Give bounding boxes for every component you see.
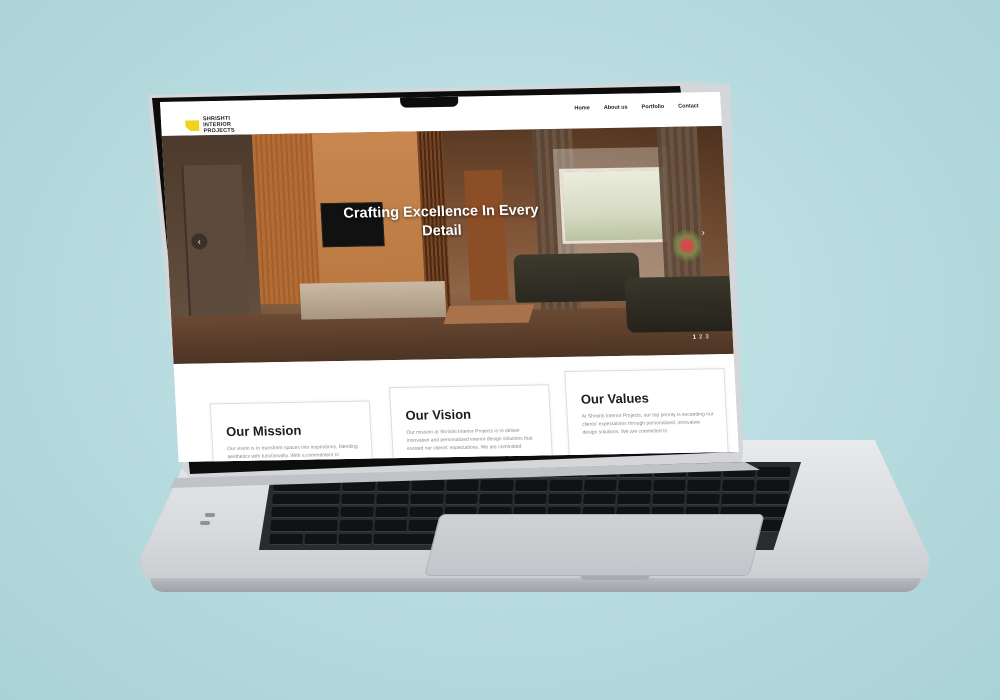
slider-dot[interactable]: 3 (705, 334, 709, 340)
slider-dots: 1 2 3 (693, 334, 709, 340)
main-nav: Home About us Portfolio Contact (574, 103, 699, 111)
hero-slider: Crafting Excellence In Every Detail ‹ › … (161, 125, 734, 364)
site-logo[interactable]: SHRISHTI INTERIOR PROJECTS (185, 115, 264, 134)
card-text: At Shrishti Interior Projects, our top p… (581, 411, 714, 436)
nav-home[interactable]: Home (574, 105, 590, 111)
nav-contact[interactable]: Contact (678, 103, 699, 109)
nav-portfolio[interactable]: Portfolio (641, 104, 664, 110)
logo-mark-icon (185, 120, 200, 131)
website-screen: SHRISHTI INTERIOR PROJECTS Home About us… (160, 91, 739, 463)
card-title: Our Values (580, 390, 650, 407)
nav-about-us[interactable]: About us (604, 105, 628, 111)
card-vision: Our Vision Our mission at Shrishti Inter… (389, 384, 555, 463)
slider-prev-icon[interactable]: ‹ (190, 233, 208, 250)
hero-image-cabinet (299, 281, 447, 320)
logo-text: SHRISHTI INTERIOR PROJECTS (203, 115, 264, 134)
hero-image-table (443, 304, 535, 325)
card-text: Our mission at Shrishti Interior Project… (406, 427, 533, 452)
hero-title: Crafting Excellence In Every Detail (343, 202, 539, 240)
card-mission: Our Mission Our vision is to transform s… (209, 400, 376, 463)
slider-dot[interactable]: 1 (693, 335, 697, 341)
hero-image-sofa (513, 252, 641, 303)
camera-notch (400, 96, 459, 108)
slider-dot[interactable]: 2 (699, 334, 703, 340)
slider-next-icon[interactable]: › (695, 224, 712, 240)
about-section: Our Mission Our vision is to transform s… (173, 353, 739, 463)
card-title: Our Vision (405, 406, 472, 423)
card-title: Our Mission (225, 422, 302, 440)
hero-image-sofa (624, 275, 734, 333)
card-values: Our Values At Shrishti Interior Projects… (564, 368, 731, 463)
logo-line2: INTERIOR PROJECTS (203, 121, 235, 135)
